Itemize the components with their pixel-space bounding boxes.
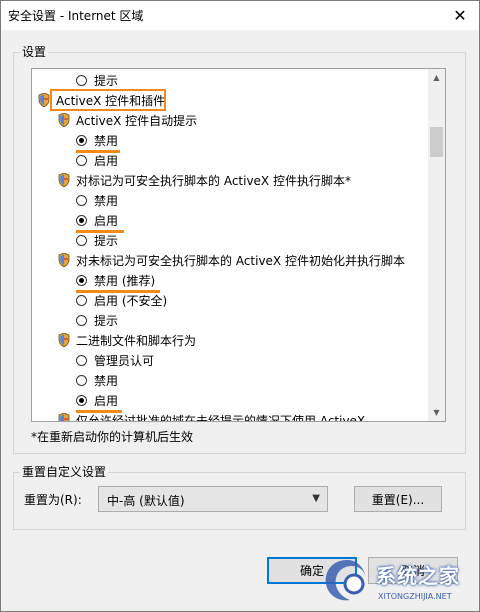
- setting-header: 二进制文件和脚本行为: [58, 330, 196, 350]
- highlight-underline: [76, 290, 160, 293]
- scroll-thumb[interactable]: [430, 127, 443, 157]
- reset-to-label: 重置为(R):: [24, 493, 82, 507]
- radio-option[interactable]: 提示: [76, 70, 118, 90]
- vertical-scrollbar[interactable]: ▲ ▼: [428, 69, 445, 421]
- shield-icon: [58, 412, 70, 421]
- radio-checked-icon[interactable]: [76, 274, 87, 286]
- setting-label: 禁用: [94, 193, 119, 208]
- radio-option[interactable]: 禁用: [76, 190, 118, 210]
- setting-label: 对标记为可安全执行脚本的 ActiveX 控件执行脚本*: [76, 173, 351, 188]
- radio-unchecked-icon[interactable]: [76, 74, 87, 86]
- highlight-underline: [76, 150, 120, 153]
- reset-button[interactable]: 重置(E)...: [354, 486, 442, 512]
- reset-level-value: 中-高 (默认值): [107, 494, 185, 508]
- radio-checked-icon[interactable]: [76, 394, 87, 406]
- chevron-down-icon: ▼: [312, 493, 320, 504]
- reset-button-label: 重置(E)...: [371, 492, 425, 507]
- scroll-down-button[interactable]: ▼: [428, 404, 445, 421]
- setting-label: ActiveX 控件自动提示: [76, 113, 198, 128]
- setting-label: 提示: [94, 73, 119, 88]
- window-title: 安全设置 - Internet 区域: [8, 9, 144, 23]
- setting-label: 管理员认可: [94, 353, 155, 368]
- setting-label: 启用 (不安全): [94, 293, 168, 308]
- watermark: 系统之家 XITONGZHIJIA.NET: [318, 556, 478, 610]
- chevron-down-icon: ▼: [433, 408, 440, 417]
- watermark-text: 系统之家: [376, 564, 460, 588]
- shield-icon: [58, 252, 70, 268]
- settings-list[interactable]: 提示 ActiveX 控件和插件 ActiveX 控件自动提示 禁用 启用 对标记为可安全…: [31, 68, 446, 422]
- radio-unchecked-icon[interactable]: [76, 314, 87, 326]
- reset-level-select[interactable]: 中-高 (默认值) ▼: [98, 486, 328, 512]
- radio-unchecked-icon[interactable]: [76, 234, 87, 246]
- radio-option[interactable]: 启用 (不安全): [76, 290, 167, 310]
- setting-label: 启用: [94, 213, 119, 228]
- setting-header: ActiveX 控件自动提示: [58, 110, 197, 130]
- setting-label: 二进制文件和脚本行为: [76, 333, 197, 348]
- chevron-up-icon: ▲: [433, 73, 440, 82]
- close-icon: ✕: [453, 5, 467, 25]
- settings-group-label: 设置: [20, 43, 49, 60]
- radio-unchecked-icon[interactable]: [76, 154, 87, 166]
- radio-option[interactable]: 启用: [76, 210, 118, 230]
- radio-option[interactable]: 禁用: [76, 370, 118, 390]
- setting-label: 禁用: [94, 133, 119, 148]
- setting-label: 仅允许经过批准的域在未经提示的情况下使用 ActiveX: [76, 413, 366, 422]
- radio-unchecked-icon[interactable]: [76, 374, 87, 386]
- radio-option[interactable]: 启用: [76, 150, 118, 170]
- highlight-underline: [76, 230, 124, 233]
- radio-checked-icon[interactable]: [76, 134, 87, 146]
- radio-unchecked-icon[interactable]: [76, 294, 87, 306]
- title-bar: 安全设置 - Internet 区域 ✕: [0, 0, 480, 30]
- setting-label: 启用: [94, 153, 119, 168]
- radio-unchecked-icon[interactable]: [76, 354, 87, 366]
- reset-group-label: 重置自定义设置: [20, 463, 109, 480]
- radio-option[interactable]: 管理员认可: [76, 350, 154, 370]
- shield-icon: [58, 172, 70, 188]
- radio-option[interactable]: 禁用: [76, 130, 118, 150]
- shield-icon: [58, 112, 70, 128]
- restart-note: *在重新启动你的计算机后生效: [31, 430, 194, 444]
- highlight-box: [50, 89, 166, 111]
- watermark-logo: [325, 560, 366, 601]
- radio-option[interactable]: 启用: [76, 390, 118, 410]
- setting-label: 提示: [94, 233, 119, 248]
- close-button[interactable]: ✕: [440, 0, 480, 30]
- setting-header: 对标记为可安全执行脚本的 ActiveX 控件执行脚本*: [58, 170, 351, 190]
- scroll-up-button[interactable]: ▲: [428, 69, 445, 86]
- setting-label: 禁用: [94, 373, 119, 388]
- radio-option[interactable]: 提示: [76, 230, 118, 250]
- setting-label: 对未标记为可安全执行脚本的 ActiveX 控件初始化并执行脚本: [76, 253, 405, 268]
- radio-unchecked-icon[interactable]: [76, 194, 87, 206]
- setting-label: 提示: [94, 313, 119, 328]
- radio-option[interactable]: 提示: [76, 310, 118, 330]
- setting-label: 禁用 (推荐): [94, 273, 156, 288]
- highlight-underline: [76, 410, 122, 413]
- shield-icon: [58, 332, 70, 348]
- shield-icon: [38, 92, 50, 108]
- setting-label: 启用: [94, 393, 119, 408]
- setting-header: 对未标记为可安全执行脚本的 ActiveX 控件初始化并执行脚本: [58, 250, 405, 270]
- radio-option[interactable]: 禁用 (推荐): [76, 270, 155, 290]
- watermark-url: XITONGZHIJIA.NET: [378, 592, 452, 601]
- radio-checked-icon[interactable]: [76, 214, 87, 226]
